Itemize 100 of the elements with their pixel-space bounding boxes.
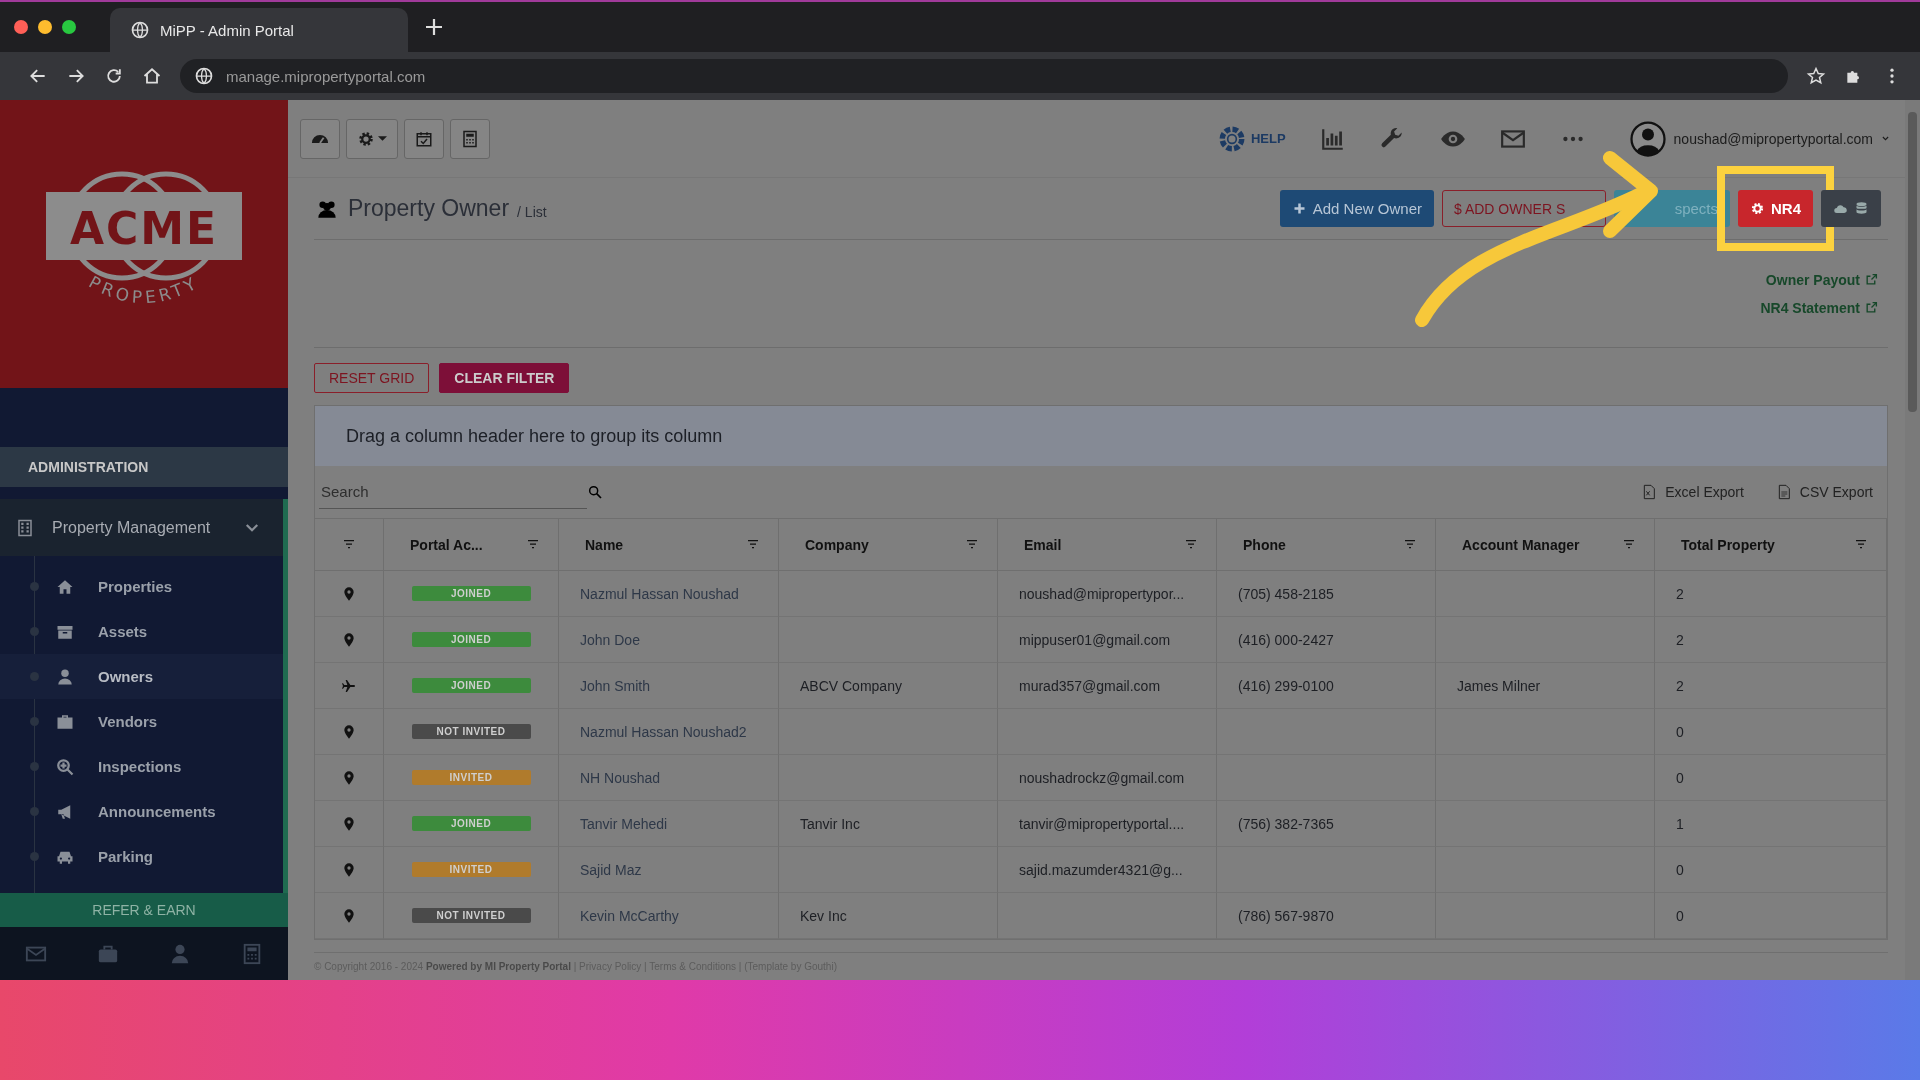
table-cell: John Smith bbox=[559, 663, 779, 709]
site-info-icon[interactable] bbox=[194, 66, 214, 86]
sidebar-item[interactable]: Parking bbox=[0, 834, 283, 879]
map-pin-icon[interactable] bbox=[341, 860, 357, 879]
status-badge: NOT INVITED bbox=[411, 724, 531, 739]
table-cell: (416) 000-2427 bbox=[1217, 617, 1436, 663]
home-icon[interactable] bbox=[142, 66, 162, 86]
minimize-window-button[interactable] bbox=[38, 20, 52, 34]
table-cell: ABCV Company bbox=[779, 663, 998, 709]
sidebar-item[interactable]: Assets bbox=[0, 609, 283, 654]
status-badge: JOINED bbox=[411, 678, 531, 693]
map-pin-icon[interactable] bbox=[341, 584, 357, 603]
upload-button[interactable] bbox=[1821, 190, 1881, 227]
scrollbar[interactable] bbox=[1905, 100, 1920, 980]
avatar-icon bbox=[1629, 120, 1666, 157]
browser-tab[interactable]: MiPP - Admin Portal bbox=[110, 8, 408, 52]
table-cell: (786) 567-9870 bbox=[1217, 893, 1436, 939]
address-bar[interactable]: manage.mipropertyportal.com bbox=[180, 59, 1788, 93]
external-link-icon bbox=[1865, 301, 1878, 314]
tree-dot bbox=[30, 762, 39, 771]
table-cell: noushadrockz@gmail.com bbox=[998, 755, 1217, 801]
filter-icon[interactable] bbox=[342, 538, 356, 551]
table-cell: 2 bbox=[1655, 571, 1887, 617]
calendar-check-icon bbox=[415, 129, 433, 148]
tree-dot bbox=[30, 582, 39, 591]
table-cell: James Milner bbox=[1436, 663, 1655, 709]
database-icon bbox=[1854, 201, 1869, 216]
add-owner-button[interactable]: Add New Owner bbox=[1279, 190, 1434, 227]
close-window-button[interactable] bbox=[14, 20, 28, 34]
table-cell: tanvir@mipropertyportal.... bbox=[998, 801, 1217, 847]
logo: ACME PROPERTY bbox=[44, 164, 244, 324]
link[interactable]: Owner Payout bbox=[1765, 271, 1878, 288]
search-icon bbox=[587, 484, 603, 500]
refer-and-earn-button[interactable]: REFER & EARN bbox=[0, 893, 288, 927]
filter-icon[interactable] bbox=[965, 538, 979, 551]
sidebar-item[interactable]: Properties bbox=[0, 564, 283, 609]
reload-icon[interactable] bbox=[104, 66, 124, 86]
status-badge: NOT INVITED bbox=[411, 908, 531, 923]
filter-icon[interactable] bbox=[1854, 538, 1868, 551]
table-cell: noushad@mipropertypor... bbox=[998, 571, 1217, 617]
calculator-icon bbox=[461, 129, 479, 148]
table-cell: Tanvir Mehedi bbox=[559, 801, 779, 847]
page-title: Property Owner bbox=[348, 195, 510, 222]
briefcase-icon bbox=[56, 712, 74, 731]
filter-icon[interactable] bbox=[746, 538, 760, 551]
reset-grid-button[interactable]: RESET GRID bbox=[314, 363, 430, 393]
link[interactable]: NR4 Statement bbox=[1760, 299, 1878, 316]
table-cell: 2 bbox=[1655, 617, 1887, 663]
user-menu[interactable]: noushad@mipropertyportal.com bbox=[1629, 120, 1890, 157]
building-icon bbox=[16, 518, 34, 537]
person-icon bbox=[56, 667, 74, 686]
maximize-window-button[interactable] bbox=[62, 20, 76, 34]
table-cell: Tanvir Inc bbox=[779, 801, 998, 847]
clear-filter-button[interactable]: CLEAR FILTER bbox=[439, 363, 570, 393]
map-pin-icon[interactable] bbox=[341, 906, 357, 925]
map-pin-icon[interactable] bbox=[341, 630, 357, 649]
settings-icon bbox=[357, 129, 375, 148]
table-cell: mippuser01@gmail.com bbox=[998, 617, 1217, 663]
table-cell: Nazmul Hassan Noushad2 bbox=[559, 709, 779, 755]
section-heading: ADMINISTRATION bbox=[0, 447, 288, 487]
table-cell: 1 bbox=[1655, 801, 1887, 847]
dashboard-button[interactable] bbox=[300, 118, 340, 159]
calendar-button[interactable] bbox=[404, 118, 444, 159]
status-badge: INVITED bbox=[411, 862, 531, 877]
table-cell: murad357@gmail.com bbox=[998, 663, 1217, 709]
filter-icon[interactable] bbox=[1184, 538, 1198, 551]
plus-icon bbox=[426, 19, 442, 35]
sidebar-item[interactable]: Owners bbox=[0, 654, 283, 699]
map-pin-icon[interactable] bbox=[341, 768, 357, 787]
nr4-button[interactable]: NR4 bbox=[1738, 190, 1813, 227]
table-cell: John Doe bbox=[559, 617, 779, 663]
table-cell: NH Noushad bbox=[559, 755, 779, 801]
filter-icon[interactable] bbox=[1622, 538, 1636, 551]
csv-export-button[interactable]: CSV Export bbox=[1769, 482, 1879, 502]
table-cell: 0 bbox=[1655, 709, 1887, 755]
table-cell: 0 bbox=[1655, 847, 1887, 893]
tab-title: MiPP - Admin Portal bbox=[160, 21, 294, 39]
tree-dot bbox=[30, 807, 39, 816]
help-link[interactable]: HELP bbox=[1218, 125, 1286, 152]
map-pin-icon[interactable] bbox=[341, 814, 357, 833]
globe-icon bbox=[130, 20, 150, 40]
tree-dot bbox=[30, 852, 39, 861]
calculator-button[interactable] bbox=[450, 118, 490, 159]
caret-icon bbox=[378, 136, 387, 141]
table-cell: (416) 299-0100 bbox=[1217, 663, 1436, 709]
map-pin-icon[interactable] bbox=[341, 722, 357, 741]
lifebuoy-icon bbox=[1218, 125, 1245, 152]
group-drop-zone: Drag a column header here to group its column bbox=[315, 406, 1887, 466]
search-field[interactable]: Search bbox=[319, 475, 587, 509]
menu-group[interactable]: Property Management bbox=[0, 499, 283, 556]
dashboard-icon bbox=[311, 133, 329, 144]
status-badge: INVITED bbox=[411, 770, 531, 785]
bookmark-star-icon[interactable] bbox=[1806, 66, 1826, 86]
filter-icon[interactable] bbox=[526, 538, 540, 551]
filter-icon[interactable] bbox=[1403, 538, 1417, 551]
excel-export-button[interactable]: Excel Export bbox=[1635, 482, 1750, 502]
sidebar-item[interactable]: Inspections bbox=[0, 744, 283, 789]
sidebar-item[interactable]: Announcements bbox=[0, 789, 283, 834]
settings-button[interactable] bbox=[346, 118, 398, 159]
sidebar-item[interactable]: Vendors bbox=[0, 699, 283, 744]
